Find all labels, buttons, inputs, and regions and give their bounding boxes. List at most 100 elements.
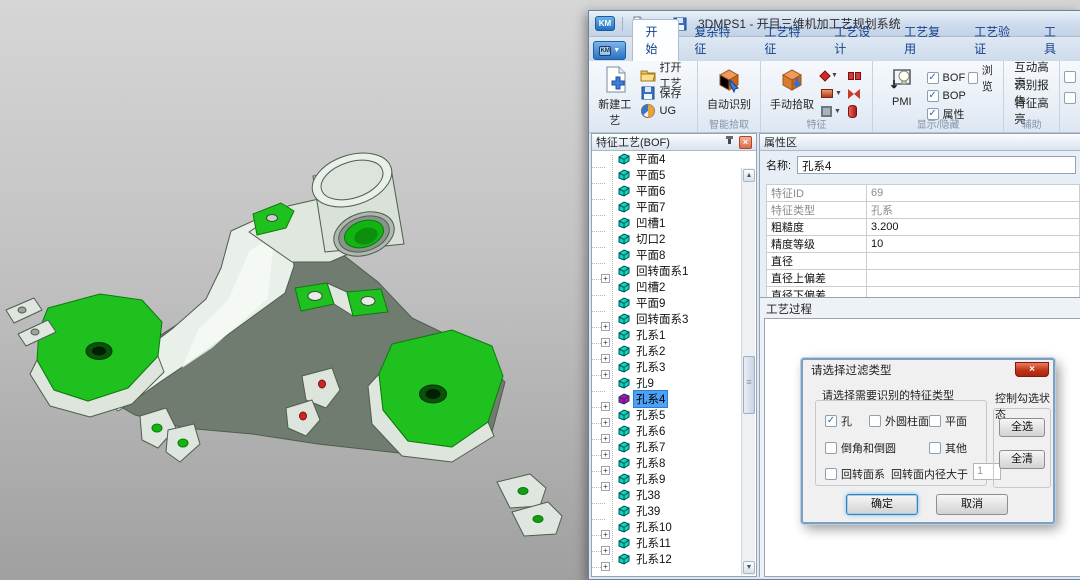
tree-scrollbar[interactable]: ▲ ▼ xyxy=(741,168,755,575)
tree-item-平面7[interactable]: 平面7 xyxy=(592,199,756,215)
tree-item-回转面系1[interactable]: +回转面系1 xyxy=(592,263,756,279)
tree-item-孔系10[interactable]: +孔系10 xyxy=(592,519,756,535)
tree-item-孔系3[interactable]: +孔系3 xyxy=(592,359,756,375)
tree-item-平面9[interactable]: 平面9 xyxy=(592,295,756,311)
tree-item-孔39[interactable]: 孔39 xyxy=(592,503,756,519)
expander-icon[interactable]: + xyxy=(601,562,610,571)
expander-icon[interactable]: + xyxy=(601,482,610,491)
chevron-down-icon: ▼ xyxy=(831,72,838,79)
edge-check-1[interactable] xyxy=(1064,68,1076,85)
display-checkboxes-extra: 浏览 xyxy=(968,67,999,122)
part-red-mark xyxy=(300,412,307,420)
feature-chamfer-button[interactable]: ▼ xyxy=(821,85,847,102)
tree-item-孔系2[interactable]: +孔系2 xyxy=(592,343,756,359)
dialog-close-button[interactable]: × xyxy=(1015,362,1049,377)
tab-复杂特征[interactable]: 复杂特征 xyxy=(681,19,749,61)
property-value[interactable]: 10 xyxy=(867,236,1080,253)
feature-diamond-button[interactable]: ▼ xyxy=(821,67,847,84)
check-BOP[interactable]: ✓BOP xyxy=(927,87,966,104)
app-menu-button[interactable]: KM ▼ xyxy=(593,41,626,60)
tree-item-平面8[interactable]: 平面8 xyxy=(592,247,756,263)
expander-icon[interactable]: + xyxy=(601,322,610,331)
tree-item-平面6[interactable]: 平面6 xyxy=(592,183,756,199)
expander-icon[interactable]: + xyxy=(601,546,610,555)
clear-all-button[interactable]: 全清 xyxy=(999,450,1045,469)
cancel-button[interactable]: 取消 xyxy=(936,494,1008,515)
checkbox-label: BOP xyxy=(943,90,966,102)
ok-button[interactable]: 确定 xyxy=(846,494,918,515)
tab-工艺设计[interactable]: 工艺设计 xyxy=(821,19,889,61)
scroll-thumb[interactable] xyxy=(743,356,755,414)
select-all-button[interactable]: 全选 xyxy=(999,418,1045,437)
property-value[interactable] xyxy=(867,253,1080,270)
filter-type-dialog: 请选择过滤类型 × 请选择需要识别的特征类型 ✓孔外圆柱面平面 倒角和倒圆其他 … xyxy=(801,358,1055,524)
tab-工艺复用[interactable]: 工艺复用 xyxy=(891,19,959,61)
tree-item-孔系1[interactable]: +孔系1 xyxy=(592,327,756,343)
property-value[interactable]: 69 xyxy=(867,185,1080,202)
dialog-check-孔[interactable]: ✓孔 xyxy=(825,412,852,429)
dialog-check-倒角和倒圆[interactable]: 倒角和倒圆 xyxy=(825,439,896,456)
tree-item-孔系12[interactable]: +孔系12 xyxy=(592,551,756,567)
tab-工具[interactable]: 工具 xyxy=(1031,19,1078,61)
tree-item-孔系8[interactable]: +孔系8 xyxy=(592,455,756,471)
expander-icon[interactable]: + xyxy=(601,370,610,379)
feature-bowtie-button[interactable] xyxy=(848,85,868,102)
expander-icon[interactable]: + xyxy=(601,354,610,363)
3d-viewport[interactable] xyxy=(0,0,588,580)
feature-icon xyxy=(618,441,630,453)
open-process-button[interactable]: 打开工艺 xyxy=(637,66,693,83)
auto-recognize-button[interactable]: 自动识别 xyxy=(702,64,756,112)
feature-bars-button[interactable] xyxy=(848,67,868,84)
name-input[interactable]: 孔系4 xyxy=(797,156,1076,174)
expander-icon[interactable]: + xyxy=(601,418,610,427)
pmi-button[interactable]: PMI xyxy=(877,64,927,108)
tree-item-回转面系3[interactable]: +回转面系3 xyxy=(592,311,756,327)
property-value[interactable] xyxy=(867,270,1080,287)
close-panel-button[interactable]: × xyxy=(739,136,752,149)
tree-item-孔系4[interactable]: +孔系4 xyxy=(592,391,756,407)
expander-icon[interactable]: + xyxy=(601,466,610,475)
expander-icon[interactable]: + xyxy=(601,274,610,283)
ribbon-tab-bar: KM ▼ 开始复杂特征工艺特征工艺设计工艺复用工艺验证工具 xyxy=(589,37,1080,61)
dialog-check-其他[interactable]: 其他 xyxy=(929,439,967,456)
expander-icon[interactable]: + xyxy=(601,434,610,443)
tree-item-孔系11[interactable]: +孔系11 xyxy=(592,535,756,551)
dialog-check-平面[interactable]: 平面 xyxy=(929,412,967,429)
save-button[interactable]: 保存 xyxy=(637,84,693,101)
expander-icon[interactable]: + xyxy=(601,402,610,411)
tree-item-孔38[interactable]: 孔38 xyxy=(592,487,756,503)
checkbox-label: 倒角和倒圆 xyxy=(841,440,896,456)
tree-item-孔系9[interactable]: +孔系9 xyxy=(592,471,756,487)
expander-icon[interactable]: + xyxy=(601,338,610,347)
new-process-button[interactable]: 新建工艺 xyxy=(593,64,637,128)
property-value[interactable]: 3.200 xyxy=(867,219,1080,236)
pin-icon[interactable] xyxy=(724,136,735,148)
check-浏览[interactable]: 浏览 xyxy=(968,69,999,86)
tree-item-平面5[interactable]: 平面5 xyxy=(592,167,756,183)
tree-item-凹槽1[interactable]: 凹槽1 xyxy=(592,215,756,231)
km-logo-icon: KM xyxy=(599,46,611,56)
expander-icon[interactable]: + xyxy=(601,530,610,539)
tab-开始[interactable]: 开始 xyxy=(632,19,679,61)
tree-item-凹槽2[interactable]: 凹槽2 xyxy=(592,279,756,295)
scroll-up-arrow[interactable]: ▲ xyxy=(743,169,755,182)
check-BOF[interactable]: ✓BOF xyxy=(927,69,966,86)
ug-button[interactable]: UG xyxy=(637,102,693,119)
dialog-check-外圆柱面[interactable]: 外圆柱面 xyxy=(869,412,929,429)
tree-item-孔系6[interactable]: +孔系6 xyxy=(592,423,756,439)
tree-item-平面4[interactable]: 平面4 xyxy=(592,151,756,167)
expander-icon[interactable]: + xyxy=(601,450,610,459)
tree-item-切口2[interactable]: 切口2 xyxy=(592,231,756,247)
tree-item-孔系5[interactable]: +孔系5 xyxy=(592,407,756,423)
tree-item-孔系7[interactable]: +孔系7 xyxy=(592,439,756,455)
edge-check-2[interactable] xyxy=(1064,89,1076,106)
tab-工艺特征[interactable]: 工艺特征 xyxy=(751,19,819,61)
tree-item-孔9[interactable]: 孔9 xyxy=(592,375,756,391)
feature-icon xyxy=(618,201,630,213)
rotary-checkbox[interactable]: 回转面系 xyxy=(825,466,885,482)
tab-工艺验证[interactable]: 工艺验证 xyxy=(961,19,1029,61)
property-value[interactable]: 孔系 xyxy=(867,202,1080,219)
open-folder-icon xyxy=(640,67,656,83)
scroll-down-arrow[interactable]: ▼ xyxy=(743,561,755,574)
manual-pick-button[interactable]: 手动拾取 xyxy=(765,64,819,112)
